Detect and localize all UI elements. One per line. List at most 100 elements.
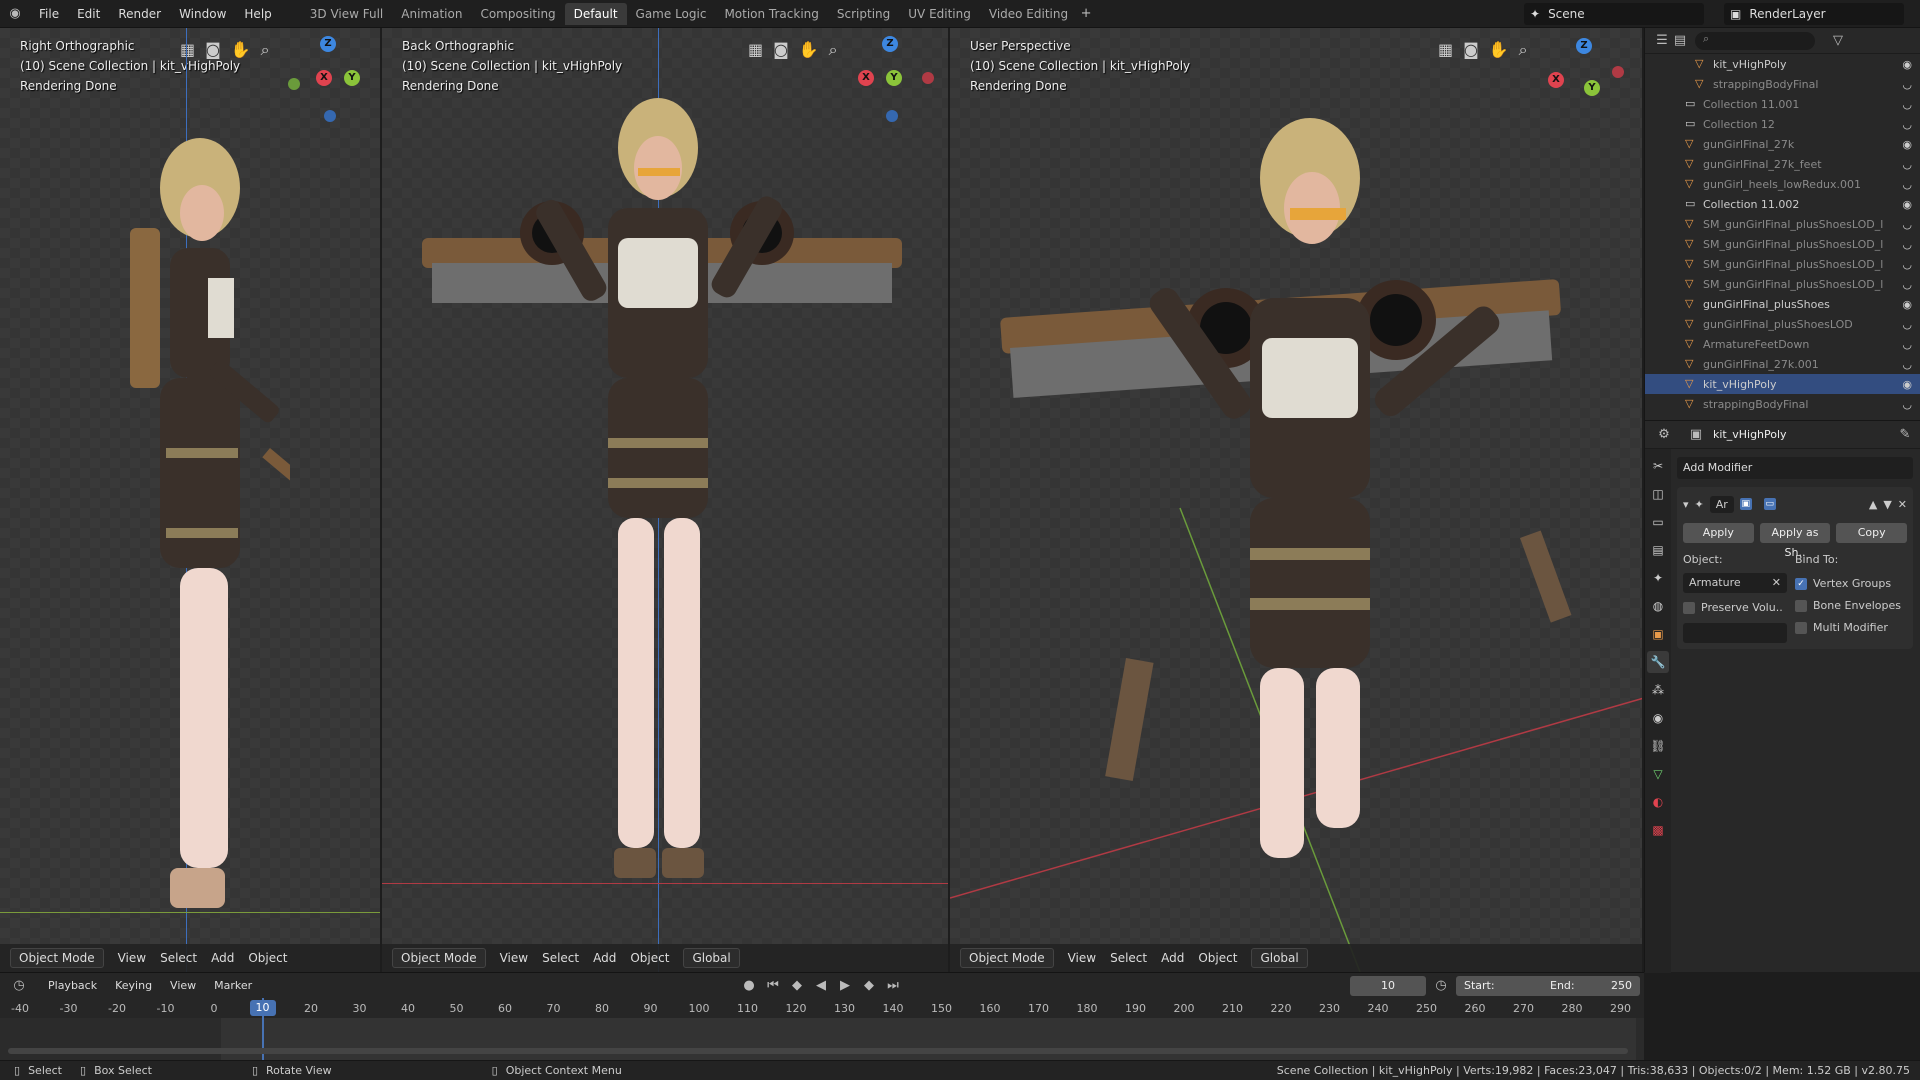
- apply-button[interactable]: Apply: [1683, 523, 1754, 543]
- menu-help[interactable]: Help: [235, 7, 280, 21]
- filter-icon[interactable]: ▽: [1829, 32, 1847, 50]
- clear-field-icon[interactable]: ✕: [1772, 573, 1781, 593]
- menu-view[interactable]: View: [118, 951, 146, 965]
- menu-select[interactable]: Select: [1110, 951, 1147, 965]
- properties-editor-icon[interactable]: ⚙: [1655, 426, 1673, 444]
- remove-modifier-icon[interactable]: ✕: [1898, 498, 1907, 511]
- vertex-group-field[interactable]: [1683, 623, 1787, 643]
- y-axis-icon[interactable]: Y: [886, 70, 902, 86]
- zoom-icon[interactable]: ⌕: [829, 40, 838, 60]
- jump-end-icon[interactable]: ⏭: [884, 977, 902, 995]
- outliner-row[interactable]: ▭ Collection 12 ◡: [1645, 114, 1920, 134]
- menu-view[interactable]: View: [1068, 951, 1096, 965]
- viewport-user-perspective[interactable]: User Perspective (10) Scene Collection |…: [950, 28, 1644, 972]
- outliner-row[interactable]: ▽ gunGirlFinal_plusShoesLOD ◡: [1645, 314, 1920, 334]
- eye-closed-icon[interactable]: ◡: [1902, 318, 1912, 331]
- grid-icon[interactable]: ▦: [180, 40, 195, 60]
- move-up-icon[interactable]: ▲: [1869, 498, 1877, 511]
- menu-file[interactable]: File: [30, 7, 68, 21]
- record-icon[interactable]: ●: [740, 977, 758, 995]
- y-axis-icon[interactable]: Y: [344, 70, 360, 86]
- eye-closed-icon[interactable]: ◡: [1902, 358, 1912, 371]
- apply-as-shape-button[interactable]: Apply as Sh..: [1759, 523, 1831, 559]
- prev-keyframe-icon[interactable]: ◆: [788, 977, 806, 995]
- modifier-tab-icon[interactable]: 🔧: [1647, 651, 1669, 673]
- physics-tab-icon[interactable]: ◉: [1647, 707, 1669, 729]
- outliner-row[interactable]: ▽ SM_gunGirlFinal_plusShoesLOD_l ◡: [1645, 254, 1920, 274]
- timeline-scrollbar[interactable]: [8, 1048, 1628, 1054]
- bone-envelopes-checkbox[interactable]: [1795, 600, 1807, 612]
- preview-range-icon[interactable]: ◷: [1432, 977, 1450, 995]
- menu-render[interactable]: Render: [109, 7, 170, 21]
- mode-dropdown[interactable]: Object Mode: [10, 948, 104, 968]
- object-tab-icon[interactable]: ▣: [1647, 623, 1669, 645]
- tab-default[interactable]: Default: [564, 2, 627, 25]
- eye-closed-icon[interactable]: ◡: [1902, 98, 1912, 111]
- tab-compositing[interactable]: Compositing: [471, 3, 564, 25]
- eye-closed-icon[interactable]: ◡: [1902, 218, 1912, 231]
- x-axis-icon[interactable]: X: [858, 70, 874, 86]
- tab-animation[interactable]: Animation: [392, 3, 471, 25]
- menu-object[interactable]: Object: [248, 951, 287, 965]
- eye-closed-icon[interactable]: ◡: [1902, 178, 1912, 191]
- zoom-icon[interactable]: ⌕: [261, 40, 270, 60]
- eye-icon[interactable]: ◉: [1902, 378, 1912, 391]
- outliner-editor-icon[interactable]: ☰: [1653, 32, 1671, 50]
- eye-closed-icon[interactable]: ◡: [1902, 398, 1912, 411]
- outliner-row[interactable]: ▽ gunGirlFinal_27k_feet ◡: [1645, 154, 1920, 174]
- menu-select[interactable]: Select: [542, 951, 579, 965]
- eye-closed-icon[interactable]: ◡: [1902, 338, 1912, 351]
- eye-closed-icon[interactable]: ◡: [1902, 278, 1912, 291]
- outliner-row[interactable]: ▽ SM_gunGirlFinal_plusShoesLOD_l ◡: [1645, 234, 1920, 254]
- hand-icon[interactable]: ✋: [231, 40, 251, 60]
- menu-playback[interactable]: Playback: [48, 979, 97, 992]
- tab-3d-view-full[interactable]: 3D View Full: [301, 3, 393, 25]
- view-layer-tab-icon[interactable]: ▤: [1647, 539, 1669, 561]
- world-tab-icon[interactable]: ◍: [1647, 595, 1669, 617]
- neg-x-icon[interactable]: [922, 72, 934, 84]
- menu-keying[interactable]: Keying: [115, 979, 152, 992]
- output-tab-icon[interactable]: ▭: [1647, 511, 1669, 533]
- menu-object[interactable]: Object: [1198, 951, 1237, 965]
- tab-scripting[interactable]: Scripting: [828, 3, 899, 25]
- neg-z-icon[interactable]: [324, 110, 336, 122]
- outliner-row[interactable]: ▽ gunGirlFinal_plusShoes ◉: [1645, 294, 1920, 314]
- blender-logo-icon[interactable]: ◉: [6, 5, 24, 23]
- menu-view[interactable]: View: [500, 951, 528, 965]
- viewport-back-ortho[interactable]: Back Orthographic (10) Scene Collection …: [382, 28, 950, 972]
- playhead-frame-label[interactable]: 10: [249, 1000, 276, 1016]
- object-field[interactable]: Armature ✕: [1683, 573, 1787, 593]
- mode-dropdown[interactable]: Object Mode: [960, 948, 1054, 968]
- x-axis-icon[interactable]: X: [316, 70, 332, 86]
- grid-icon[interactable]: ▦: [748, 40, 763, 60]
- outliner-row[interactable]: ▽ gunGirl_heels_lowRedux.001 ◡: [1645, 174, 1920, 194]
- menu-edit[interactable]: Edit: [68, 7, 109, 21]
- orientation-dropdown[interactable]: Global: [683, 948, 740, 968]
- tab-game-logic[interactable]: Game Logic: [627, 3, 716, 25]
- pin-icon[interactable]: ✎: [1896, 426, 1914, 444]
- play-reverse-icon[interactable]: ◀: [812, 977, 830, 995]
- timeline-editor-icon[interactable]: ◷: [10, 977, 28, 995]
- constraints-tab-icon[interactable]: ⛓: [1647, 735, 1669, 757]
- timeline-area[interactable]: -40 -30 -20 -10 0 10 20 30 40 50 60 70 80 90 100 110 120…: [0, 998, 1644, 1060]
- menu-select[interactable]: Select: [160, 951, 197, 965]
- end-frame-field[interactable]: End: 250: [1542, 975, 1640, 996]
- eye-closed-icon[interactable]: ◡: [1902, 78, 1912, 91]
- outliner-row[interactable]: ▽ strappingBodyFinal ◡: [1645, 74, 1920, 94]
- tab-motion-tracking[interactable]: Motion Tracking: [715, 3, 827, 25]
- outliner-row[interactable]: ▽ gunGirlFinal_27k.001 ◡: [1645, 354, 1920, 374]
- current-frame-field[interactable]: 10: [1350, 975, 1426, 996]
- outliner-row[interactable]: ▽ gunGirlFinal_27k ◉: [1645, 134, 1920, 154]
- menu-add[interactable]: Add: [211, 951, 234, 965]
- outliner-row[interactable]: ▽ strappingBodyFinal ◡: [1645, 394, 1920, 414]
- next-keyframe-icon[interactable]: ◆: [860, 977, 878, 995]
- editmode-toggle-icon[interactable]: ▣: [1739, 498, 1752, 510]
- axis-gizmo[interactable]: Z X Y: [288, 36, 378, 126]
- outliner-row[interactable]: ▽ SM_gunGirlFinal_plusShoesLOD_l ◡: [1645, 274, 1920, 294]
- outliner-search-input[interactable]: ⌕: [1695, 31, 1815, 50]
- copy-button[interactable]: Copy: [1836, 523, 1908, 543]
- collapse-chevron-icon[interactable]: ▾: [1683, 498, 1689, 511]
- data-tab-icon[interactable]: ▽: [1647, 763, 1669, 785]
- viewport-right-ortho[interactable]: Right Orthographic (10) Scene Collection…: [0, 28, 382, 972]
- render-tab-icon[interactable]: ◫: [1647, 483, 1669, 505]
